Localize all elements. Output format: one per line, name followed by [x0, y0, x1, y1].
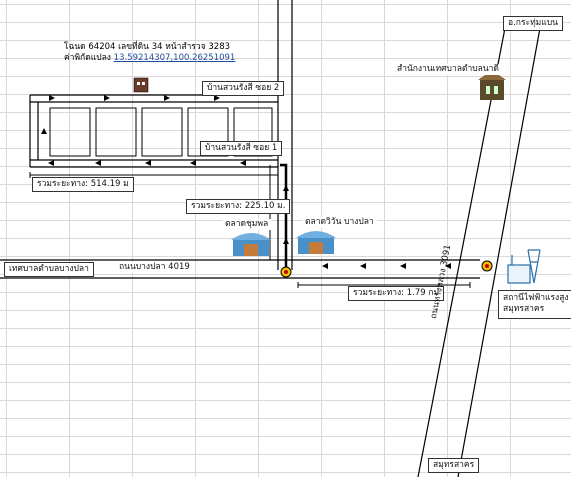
highway-3091: [417, 27, 541, 477]
distance-label-2: รวมระยะทาง: 225.10 ม.: [186, 199, 291, 215]
power-station-icon: [507, 249, 541, 284]
traffic-light-icon: [481, 260, 493, 272]
map-canvas: โฉนด 64204 เลขที่ดิน 34 หน้าสำรวจ 3283 ค…: [0, 0, 571, 477]
arrow-icon: [48, 160, 246, 166]
soi-1-road: [30, 159, 278, 168]
market-icon: [231, 233, 271, 256]
deed-coordinate-label: ค่าพิกัดแปลง: [64, 53, 114, 64]
samut-sakhon-label: สมุทรสาคร: [428, 458, 480, 474]
arrow-icon: [322, 263, 451, 269]
market-chumphon-label: ตลาดชุมพล: [222, 219, 272, 231]
office-nadi-label: สำนักงานเทศบาลตำบลนาดี: [394, 64, 502, 76]
krathum-baen-label: อ.กระทุ่มแบน: [503, 16, 563, 32]
deed-info: โฉนด 64204 เลขที่ดิน 34 หน้าสำรวจ 3283 ค…: [64, 42, 235, 65]
substation-label-line1: สถานีไฟฟ้าแรงสูง: [503, 293, 569, 303]
soi-1-label: บ้านสวนรังสี ซอย 1: [200, 141, 283, 157]
building-icon: [133, 77, 149, 93]
distance-label-3: รวมระยะทาง: 1.79 กม: [348, 286, 445, 302]
deed-coordinate-row: ค่าพิกัดแปลง 13.59214307,100.26251091: [64, 53, 235, 64]
arrow-icon: [41, 128, 47, 134]
traffic-light-icon: [280, 266, 292, 278]
distance-label-1: รวมระยะทาง: 514.19 ม: [32, 177, 134, 193]
market-wiwan-label: ตลาดวิวัน บางปลา: [302, 217, 377, 229]
municipality-label: เทศบาลตำบลบางปลา: [4, 262, 94, 278]
arrow-icon: [49, 95, 220, 101]
deed-title: โฉนด 64204 เลขที่ดิน 34 หน้าสำรวจ 3283: [64, 42, 231, 52]
substation-label: สถานีไฟฟ้าแรงสูง สมุทรสาคร: [498, 290, 571, 319]
road-4019-label: ถนนบางปลา 4019: [116, 262, 193, 274]
substation-label-line2: สมุทรสาคร: [503, 304, 545, 315]
soi-2-label: บ้านสวนรังสี ซอย 2: [202, 81, 285, 97]
route-segment: [280, 163, 288, 270]
market-icon: [296, 231, 336, 254]
deed-coordinate-link[interactable]: 13.59214307,100.26251091: [114, 53, 236, 63]
